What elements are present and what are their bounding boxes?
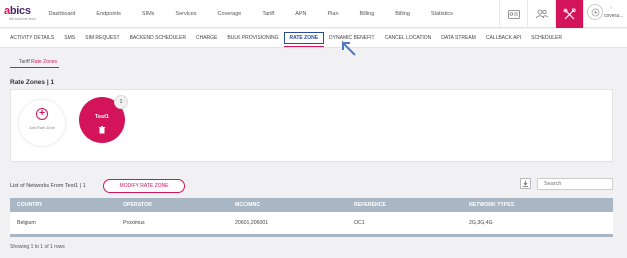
trash-icon[interactable] [98,126,106,134]
nav-billing[interactable]: Billing [349,11,385,17]
cell-network-types: 2G,3G,4G [469,220,493,226]
users-icon[interactable] [527,0,555,28]
abics-logo[interactable]: abics We build ice tech [4,5,38,23]
nav-apn[interactable]: APN [285,11,317,17]
tab-rate-zone[interactable]: RATE ZONE [283,32,325,47]
add-rate-zone-card[interactable]: + Add Rate Zone [19,100,65,146]
nav-dashboard[interactable]: Dashboard [38,11,86,17]
nav-endpoints[interactable]: Endpoints [86,11,131,17]
tab-backend-scheduler[interactable]: BACKEND SCHEDULER [125,32,191,44]
tab-callback-api[interactable]: CALLBACK API [481,32,526,44]
nav-tariff[interactable]: Tariff [252,11,285,17]
rate-zones-panel: + Add Rate Zone Test1 1 [10,89,613,162]
add-rate-zone-label: Add Rate Zone [29,126,55,130]
rate-zone-badge: 1 [114,95,128,109]
tab-data-stream[interactable]: DATA STREAM [436,32,481,44]
top-icons: ? covera... [499,0,627,28]
cell-country: Belgium [17,220,36,226]
cell-reference: OC1 [354,220,365,226]
user-menu[interactable]: ? covera... [583,0,627,28]
breadcrumb: Tariff Rate Zones [19,59,57,65]
tools-icon[interactable] [555,0,583,28]
avatar-icon [587,4,603,20]
sub-nav: ACTIVITY DETAILS SMS SIM REQUEST BACKEND… [0,29,627,48]
cell-mcc-mnc: 20601,206001 [235,220,269,226]
column-header-reference[interactable]: REFERENCE [354,202,386,208]
tab-sms[interactable]: SMS [59,32,80,44]
export-button[interactable] [520,178,531,189]
column-header-country[interactable]: COUNTRY [17,202,42,208]
networks-table: COUNTRY OPERATOR MCC/MNC REFERENCE NETWO… [10,198,613,237]
pagination-info: Showing 1 to 1 of 1 rows [10,244,65,250]
tab-cancel-location[interactable]: CANCEL LOCATION [380,32,437,44]
nav-plan[interactable]: Plan [317,11,349,17]
logo-text: abics [4,5,31,17]
rate-zones-title-text: Rate Zones [10,79,46,86]
modify-rate-zone-button[interactable]: MODIFY RATE ZONE [103,179,185,193]
logo-tagline: We build ice tech [9,17,36,21]
user-name: covera... [604,13,624,19]
cell-operator: Proximus [123,220,145,226]
networks-list-label: List of Networks From Test1 [10,183,79,189]
nav-billing-2[interactable]: Billing [385,11,421,17]
table-header: COUNTRY OPERATOR MCC/MNC REFERENCE NETWO… [10,198,613,212]
top-bar: abics We build ice tech Dashboard Endpoi… [0,0,627,28]
column-header-mcc-mnc[interactable]: MCC/MNC [235,202,260,208]
id-card-icon[interactable] [499,0,527,28]
search-input[interactable] [537,178,613,190]
help-marker: ? [610,5,613,10]
plus-circle-icon: + [36,108,48,120]
breadcrumb-parent[interactable]: Tariff [19,59,30,65]
table-scrollbar[interactable] [10,234,613,237]
download-icon [522,180,529,187]
mouse-cursor-icon [342,40,356,56]
breadcrumb-current: Rate Zones [31,59,57,65]
table-row[interactable]: Belgium Proximus 20601,206001 OC1 2G,3G,… [10,212,613,234]
tab-bulk-provisioning[interactable]: BULK PROVISIONING [222,32,283,44]
main-nav: Dashboard Endpoints SIMs Services Covera… [38,0,463,28]
networks-list-title: List of Networks From Test1 | 1 [10,183,86,189]
rate-zone-card[interactable]: Test1 1 [79,95,128,143]
rate-zones-title: Rate Zones | 1 [10,79,54,86]
column-header-operator[interactable]: OPERATOR [123,202,152,208]
nav-services[interactable]: Services [165,11,207,17]
tab-sim-request[interactable]: SIM REQUEST [80,32,124,44]
breadcrumb-divider [10,67,59,68]
nav-sims[interactable]: SIMs [131,11,165,17]
tab-activity-details[interactable]: ACTIVITY DETAILS [5,32,59,44]
rate-zone-name: Test1 [95,114,109,120]
rate-zones-count: 1 [50,79,55,86]
tab-scheduler[interactable]: SCHEDULER [526,32,567,44]
nav-coverage[interactable]: Coverage [207,11,252,17]
nav-statistics[interactable]: Statistics [420,11,463,17]
tab-charge[interactable]: CHARGE [191,32,222,44]
networks-count: 1 [82,183,86,189]
column-header-network-types[interactable]: NETWORK TYPES [469,202,514,208]
